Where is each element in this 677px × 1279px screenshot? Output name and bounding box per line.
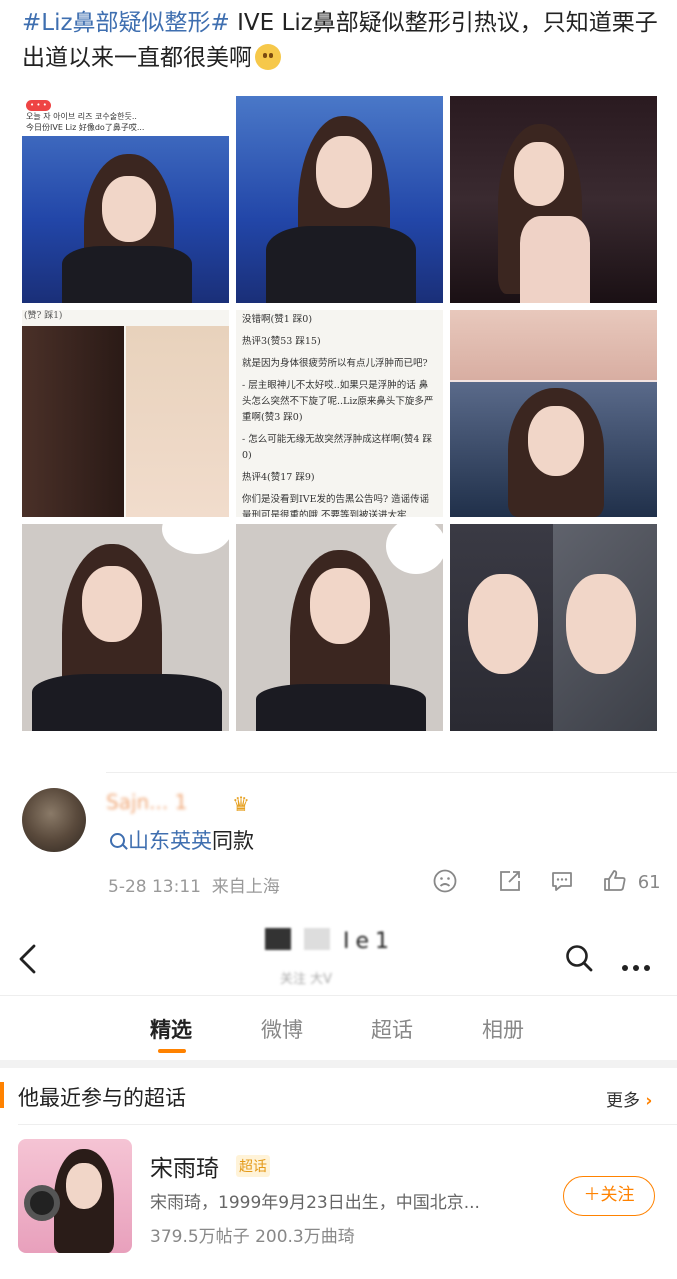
- divider: [106, 772, 677, 773]
- photo-half-left: [22, 326, 124, 517]
- pleading-emoji-icon: [255, 44, 281, 70]
- photo-figure: [32, 674, 222, 731]
- active-tab-indicator: [158, 1049, 186, 1053]
- comment-time: 5-28 13:11: [108, 877, 201, 897]
- search-icon: [110, 833, 125, 848]
- post-text: #Liz鼻部疑似整形# IVE Liz鼻部疑似整形引热议，只知道栗子出道以来一直…: [22, 6, 662, 76]
- redacted-block: [304, 928, 330, 950]
- hashtag-link[interactable]: #Liz鼻部疑似整形#: [22, 10, 230, 36]
- thumbs-up-icon: [604, 870, 626, 891]
- image-thumb-2[interactable]: [236, 96, 443, 303]
- like-count: 61: [637, 872, 661, 893]
- topic-link-suffix: 同款: [212, 829, 254, 853]
- profile-title: Ie1: [265, 928, 395, 954]
- doc-line: - 层主眼神儿不太好哎..如果只是浮肿的话 鼻头怎么突然不下旋了呢..Liz原来…: [242, 380, 434, 423]
- topic-thumbnail: [18, 1139, 132, 1253]
- tooltip-pill: • • •: [26, 100, 51, 111]
- commenter-name[interactable]: Sajn... 1: [106, 790, 187, 814]
- image-thumb-1[interactable]: • • • 오늘 자 아이브 리즈 코수술한듯.. 今日份IVE Liz 好像d…: [22, 96, 229, 303]
- section-gap: [0, 1060, 677, 1068]
- tab-super-topic[interactable]: 超话: [371, 1014, 413, 1044]
- profile-navbar: Ie1 关注 大V: [0, 920, 677, 995]
- image-thumb-5-document[interactable]: 没错啊(赞1 踩0) 热评3(赞53 踩15) 就是因为身体很疲劳所以有点儿浮肿…: [236, 310, 443, 517]
- profile-tabs: 精选 微博 超话 相册: [0, 995, 677, 1059]
- topic-name: 宋雨琦: [150, 1156, 219, 1182]
- more-link[interactable]: 更多 ›: [606, 1086, 652, 1111]
- section-accent-bar: [0, 1082, 4, 1108]
- photo-figure: [520, 216, 590, 303]
- follow-button[interactable]: ＋关注: [563, 1176, 655, 1216]
- photo-figure: [528, 406, 584, 476]
- photo-figure: [514, 142, 564, 206]
- photo-figure: [310, 568, 370, 644]
- decoration: [162, 524, 229, 554]
- dislike-button[interactable]: [432, 868, 458, 899]
- share-icon: [500, 871, 520, 891]
- image-thumb-9[interactable]: [450, 524, 657, 731]
- doc-line: 你们是没看到IVE发的告黑公告吗? 造谣传谣量刑可是很重的哦 不要等到被送进大牢: [242, 494, 430, 517]
- photo-figure: [566, 574, 636, 674]
- photo-figure: [66, 1163, 102, 1209]
- tooltip-line-2: 今日份IVE Liz 好像do了鼻子哎...: [26, 123, 145, 132]
- crown-icon: ♛: [232, 792, 250, 816]
- redacted-block: [265, 928, 291, 950]
- doc-line: - 怎么可能无缘无故突然浮肿成这样啊(赞4 踩0): [242, 434, 433, 461]
- profile-title-text: Ie1: [343, 929, 396, 954]
- photo-figure: [316, 136, 372, 208]
- decoration: [386, 524, 443, 574]
- vinyl-icon: [24, 1185, 60, 1221]
- image-thumb-8[interactable]: [236, 524, 443, 731]
- chevron-right-icon: ›: [645, 1091, 653, 1111]
- section-header: 他最近参与的超话 更多 ›: [0, 1068, 677, 1124]
- photo-figure: [62, 246, 192, 303]
- comment-button[interactable]: [549, 868, 575, 899]
- share-button[interactable]: [497, 868, 523, 899]
- doc-line: 热评4(赞17 踩9): [242, 472, 315, 483]
- topic-link[interactable]: 山东英英同款: [110, 825, 254, 855]
- tab-featured[interactable]: 精选: [150, 1014, 192, 1044]
- tooltip-line-1: 오늘 자 아이브 리즈 코수술한듯..: [26, 112, 137, 121]
- image-thumb-4[interactable]: (赞? 踩1): [22, 310, 229, 517]
- image-thumb-7[interactable]: [22, 524, 229, 731]
- photo-figure: [102, 176, 156, 242]
- topic-stats: 379.5万帖子 200.3万曲琦: [150, 1227, 355, 1247]
- comment-source: 来自上海: [211, 877, 280, 897]
- tooltip-card: • • • 오늘 자 아이브 리즈 코수술한듯.. 今日份IVE Liz 好像d…: [22, 96, 229, 136]
- more-menu-icon[interactable]: [622, 956, 656, 971]
- image-thumb-6[interactable]: [450, 310, 657, 517]
- more-link-label: 更多: [606, 1091, 640, 1111]
- tab-weibo[interactable]: 微博: [261, 1014, 303, 1044]
- image-thumb-3[interactable]: [450, 96, 657, 303]
- like-button[interactable]: 61: [602, 868, 661, 894]
- avatar[interactable]: [22, 788, 86, 852]
- back-arrow-icon[interactable]: [14, 942, 44, 976]
- photo-figure: [266, 226, 416, 303]
- doc-line: 就是因为身体很疲劳所以有点儿浮肿而已吧?: [242, 358, 428, 369]
- super-topic-badge: 超话: [236, 1155, 270, 1177]
- photo-half-right: [126, 326, 229, 517]
- profile-subtitle: 关注 大V: [280, 972, 333, 987]
- photo-figure: [468, 574, 538, 674]
- comment-icon: [552, 872, 572, 891]
- section-title: 他最近参与的超话: [18, 1086, 186, 1110]
- image-grid: • • • 오늘 자 아이브 리즈 코수술한듯.. 今日份IVE Liz 好像d…: [22, 96, 657, 732]
- photo-top: [450, 310, 657, 380]
- topic-link-name: 山东英英: [128, 829, 212, 853]
- doc-line: 热评3(赞53 踩15): [242, 336, 321, 347]
- photo-figure: [256, 684, 426, 731]
- doc-line: 没错啊(赞1 踩0): [242, 314, 313, 325]
- comment-meta: 5-28 13:11 来自上海: [108, 872, 280, 897]
- caption: (赞? 踩1): [24, 311, 63, 321]
- sad-face-icon: [433, 869, 457, 893]
- topic-description: 宋雨琦，1999年9月23日出生，中国北京...: [150, 1193, 480, 1213]
- super-topic-card[interactable]: 宋雨琦 超话 宋雨琦，1999年9月23日出生，中国北京... 379.5万帖子…: [0, 1125, 677, 1279]
- photo-figure: [82, 566, 142, 642]
- search-icon[interactable]: [563, 942, 595, 974]
- tab-album[interactable]: 相册: [482, 1014, 524, 1044]
